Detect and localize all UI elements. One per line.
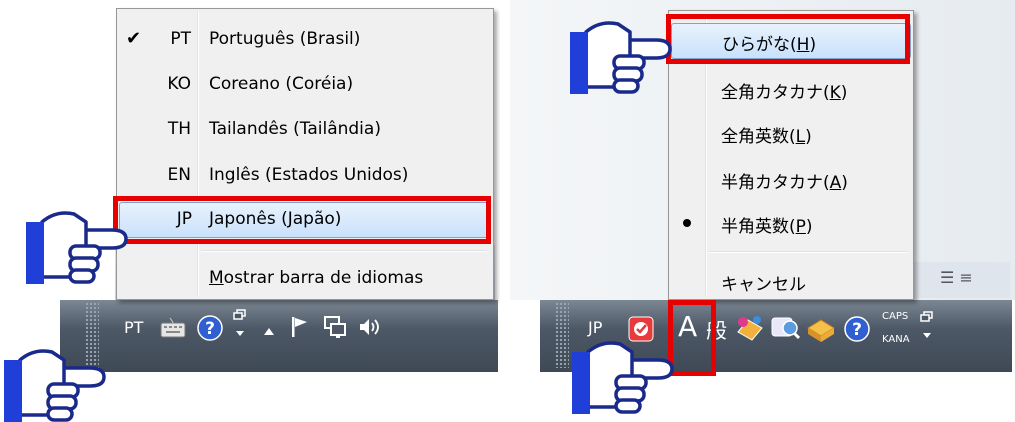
caps-indicator: CAPS <box>882 311 909 322</box>
pointing-hand-icon <box>570 21 672 94</box>
restore-icon[interactable] <box>920 311 934 345</box>
toolbar-icons: ☰ ≡ <box>940 268 973 287</box>
menu-item-code: KO <box>167 74 191 94</box>
ime-pad-icon[interactable] <box>735 314 765 346</box>
highlight-box <box>113 196 491 244</box>
menu-item-cancel[interactable]: キャンセル <box>671 263 911 297</box>
menu-item-label: Português (Brasil) <box>209 29 361 49</box>
left-panel: PT ? ✔ PT Português (Brasil) KO Coreano … <box>0 0 500 422</box>
menu-item-halfwidth-katakana[interactable]: 半角カタカナ(A) <box>671 161 911 195</box>
help-icon[interactable]: ? <box>197 315 223 345</box>
show-hidden-icon[interactable] <box>262 322 276 341</box>
menu-item-fullwidth-alphanumeric[interactable]: 全角英数(L) <box>671 115 911 149</box>
keyboard-icon[interactable] <box>160 317 186 343</box>
menu-item-fullwidth-katakana[interactable]: 全角カタカナ(K) <box>671 71 911 105</box>
svg-text:?: ? <box>852 320 862 340</box>
menu-item-label: Tailandês (Tailândia) <box>209 119 381 139</box>
menu-separator <box>709 251 907 253</box>
menu-item-ko[interactable]: KO Coreano (Coréia) <box>119 67 491 101</box>
menu-item-label: 全角カタカナ(K) <box>721 83 848 103</box>
menu-item-label: Coreano (Coréia) <box>209 74 354 94</box>
menu-item-label: Inglês (Estados Unidos) <box>209 165 409 185</box>
menu-item-label: 全角英数(L) <box>721 127 812 147</box>
network-icon[interactable] <box>323 315 347 343</box>
pointing-hand-icon <box>4 349 106 422</box>
selected-bullet-icon <box>683 219 691 227</box>
menu-item-code: PT <box>170 29 191 49</box>
check-icon: ✔ <box>126 28 142 49</box>
menu-item-code: TH <box>167 119 191 139</box>
show-language-bar-item[interactable]: Mostrar barra de idiomas <box>119 261 491 295</box>
pointing-hand-icon <box>572 341 674 414</box>
flag-icon[interactable] <box>290 316 310 342</box>
restore-icon[interactable] <box>233 309 247 343</box>
pointing-hand-icon <box>26 211 128 284</box>
menu-item-label: Mostrar barra de idiomas <box>209 268 424 288</box>
volume-icon[interactable] <box>358 316 382 342</box>
menu-separator <box>201 250 487 252</box>
menu-item-en[interactable]: EN Inglês (Estados Unidos) <box>119 158 491 192</box>
language-indicator[interactable]: PT <box>124 318 143 337</box>
help-icon[interactable]: ? <box>844 316 870 346</box>
svg-text:?: ? <box>205 319 215 339</box>
menu-item-halfwidth-alphanumeric[interactable]: 半角英数(P) <box>671 205 911 239</box>
tools-icon[interactable] <box>806 314 836 346</box>
menu-item-label: 半角英数(P) <box>721 217 813 237</box>
dictionary-icon[interactable] <box>770 314 801 346</box>
menu-item-label: キャンセル <box>721 275 806 295</box>
menu-item-th[interactable]: TH Tailandês (Tailândia) <box>119 112 491 146</box>
right-panel: ☰ ≡ JP A 般 ? CAPS KANA ひらがな(H) 全角カタカナ(K)… <box>510 0 1015 422</box>
language-menu: ✔ PT Português (Brasil) KO Coreano (Coré… <box>116 8 494 300</box>
menu-item-label: 半角カタカナ(A) <box>721 173 848 193</box>
menu-item-code: EN <box>167 165 191 185</box>
kana-indicator: KANA <box>882 334 910 345</box>
menu-item-pt[interactable]: ✔ PT Português (Brasil) <box>119 22 491 56</box>
highlight-box <box>666 14 910 64</box>
taskbar-grip[interactable] <box>555 302 569 368</box>
